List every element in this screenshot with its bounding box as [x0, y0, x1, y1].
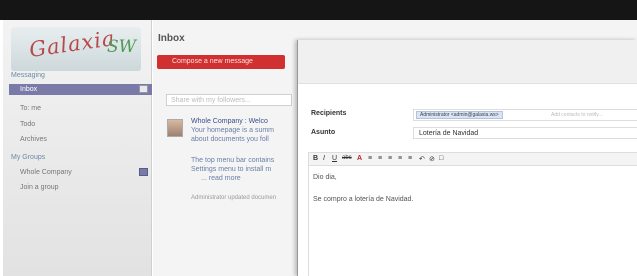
messaging-section-label: Messaging: [11, 72, 45, 79]
undo-icon[interactable]: ↶: [419, 155, 425, 163]
dialog-header: [298, 40, 637, 84]
sidebar-item-label: Inbox: [20, 86, 38, 93]
sidebar-item-label: To: me: [20, 105, 42, 112]
share-input[interactable]: Share with my followers...: [166, 94, 292, 106]
body-line: Dio dia,: [313, 174, 337, 181]
message-text: The top menu bar contains: [191, 157, 275, 164]
groups-section-label: My Groups: [11, 154, 46, 161]
message-title[interactable]: Whole Company : Welco: [191, 118, 268, 125]
sidebar-item-todo[interactable]: Todo: [9, 119, 152, 130]
sidebar-item-join-group[interactable]: Join a group: [9, 182, 152, 193]
italic-button[interactable]: I: [323, 155, 325, 162]
compose-button[interactable]: Compose a new message: [157, 55, 285, 69]
recipients-placeholder: Add contacts to notify...: [551, 112, 603, 118]
page-title: Inbox: [158, 33, 185, 44]
avatar: [167, 119, 183, 137]
sidebar-item-label: Archives: [20, 136, 47, 143]
numbered-list-button[interactable]: ≡: [378, 155, 382, 162]
read-more-link[interactable]: ... read more: [201, 175, 241, 182]
font-color-button[interactable]: A: [357, 155, 362, 162]
sidebar: Galaxia SW Messaging Inbox To: me Todo A…: [3, 20, 152, 276]
sidebar-item-whole-company[interactable]: Whole Company: [9, 167, 152, 178]
bullet-list-button[interactable]: ≡: [368, 155, 372, 162]
message-text: about documents you foll: [191, 136, 269, 143]
recipients-label: Recipients: [311, 110, 347, 117]
group-badge: [139, 168, 148, 176]
logo-suffix: SW: [107, 37, 137, 57]
sidebar-item-to-me[interactable]: To: me: [9, 103, 152, 114]
body-line: Se compro a lotería de Navidad.: [313, 196, 414, 203]
subject-label: Asunto: [311, 129, 336, 136]
company-logo[interactable]: Galaxia SW: [11, 27, 141, 71]
bold-button[interactable]: B: [313, 155, 318, 162]
editor-toolbar: B I U abc A ≡ ≡ ≡ ≡ ≡ ↶ ⊘ □: [308, 152, 637, 166]
underline-button[interactable]: U: [332, 155, 337, 162]
sidebar-item-label: Todo: [20, 121, 36, 128]
unlink-icon[interactable]: ⊘: [429, 155, 435, 163]
logo-text: Galaxia: [27, 27, 117, 62]
outdent-button[interactable]: ≡: [398, 155, 402, 162]
top-bar: [0, 0, 637, 20]
sidebar-item-label: Whole Company: [20, 169, 72, 176]
recipient-tag[interactable]: Administrator <admin@galaxia.ws>: [416, 111, 503, 119]
inbox-count-badge: [139, 85, 148, 93]
message-meta: Administrator updated documen: [191, 195, 277, 201]
source-icon[interactable]: □: [439, 155, 443, 162]
compose-dialog: Recipients Administrator <admin@galaxia.…: [297, 40, 637, 276]
recipients-field[interactable]: Administrator <admin@galaxia.ws> Add con…: [413, 109, 637, 121]
align-button[interactable]: ≡: [388, 155, 392, 162]
sidebar-item-archives[interactable]: Archives: [9, 134, 152, 145]
message-text: Settings menu to install m: [191, 166, 272, 173]
message-body-editor[interactable]: Dio dia, Se compro a lotería de Navidad.: [308, 166, 637, 276]
sidebar-item-inbox[interactable]: Inbox: [9, 84, 152, 95]
indent-button[interactable]: ≡: [408, 155, 412, 162]
subject-field[interactable]: Lotería de Navidad: [413, 127, 637, 139]
strikethrough-button[interactable]: abc: [342, 155, 352, 161]
message-text: Your homepage is a summ: [191, 127, 275, 134]
sidebar-item-label: Join a group: [20, 184, 59, 191]
